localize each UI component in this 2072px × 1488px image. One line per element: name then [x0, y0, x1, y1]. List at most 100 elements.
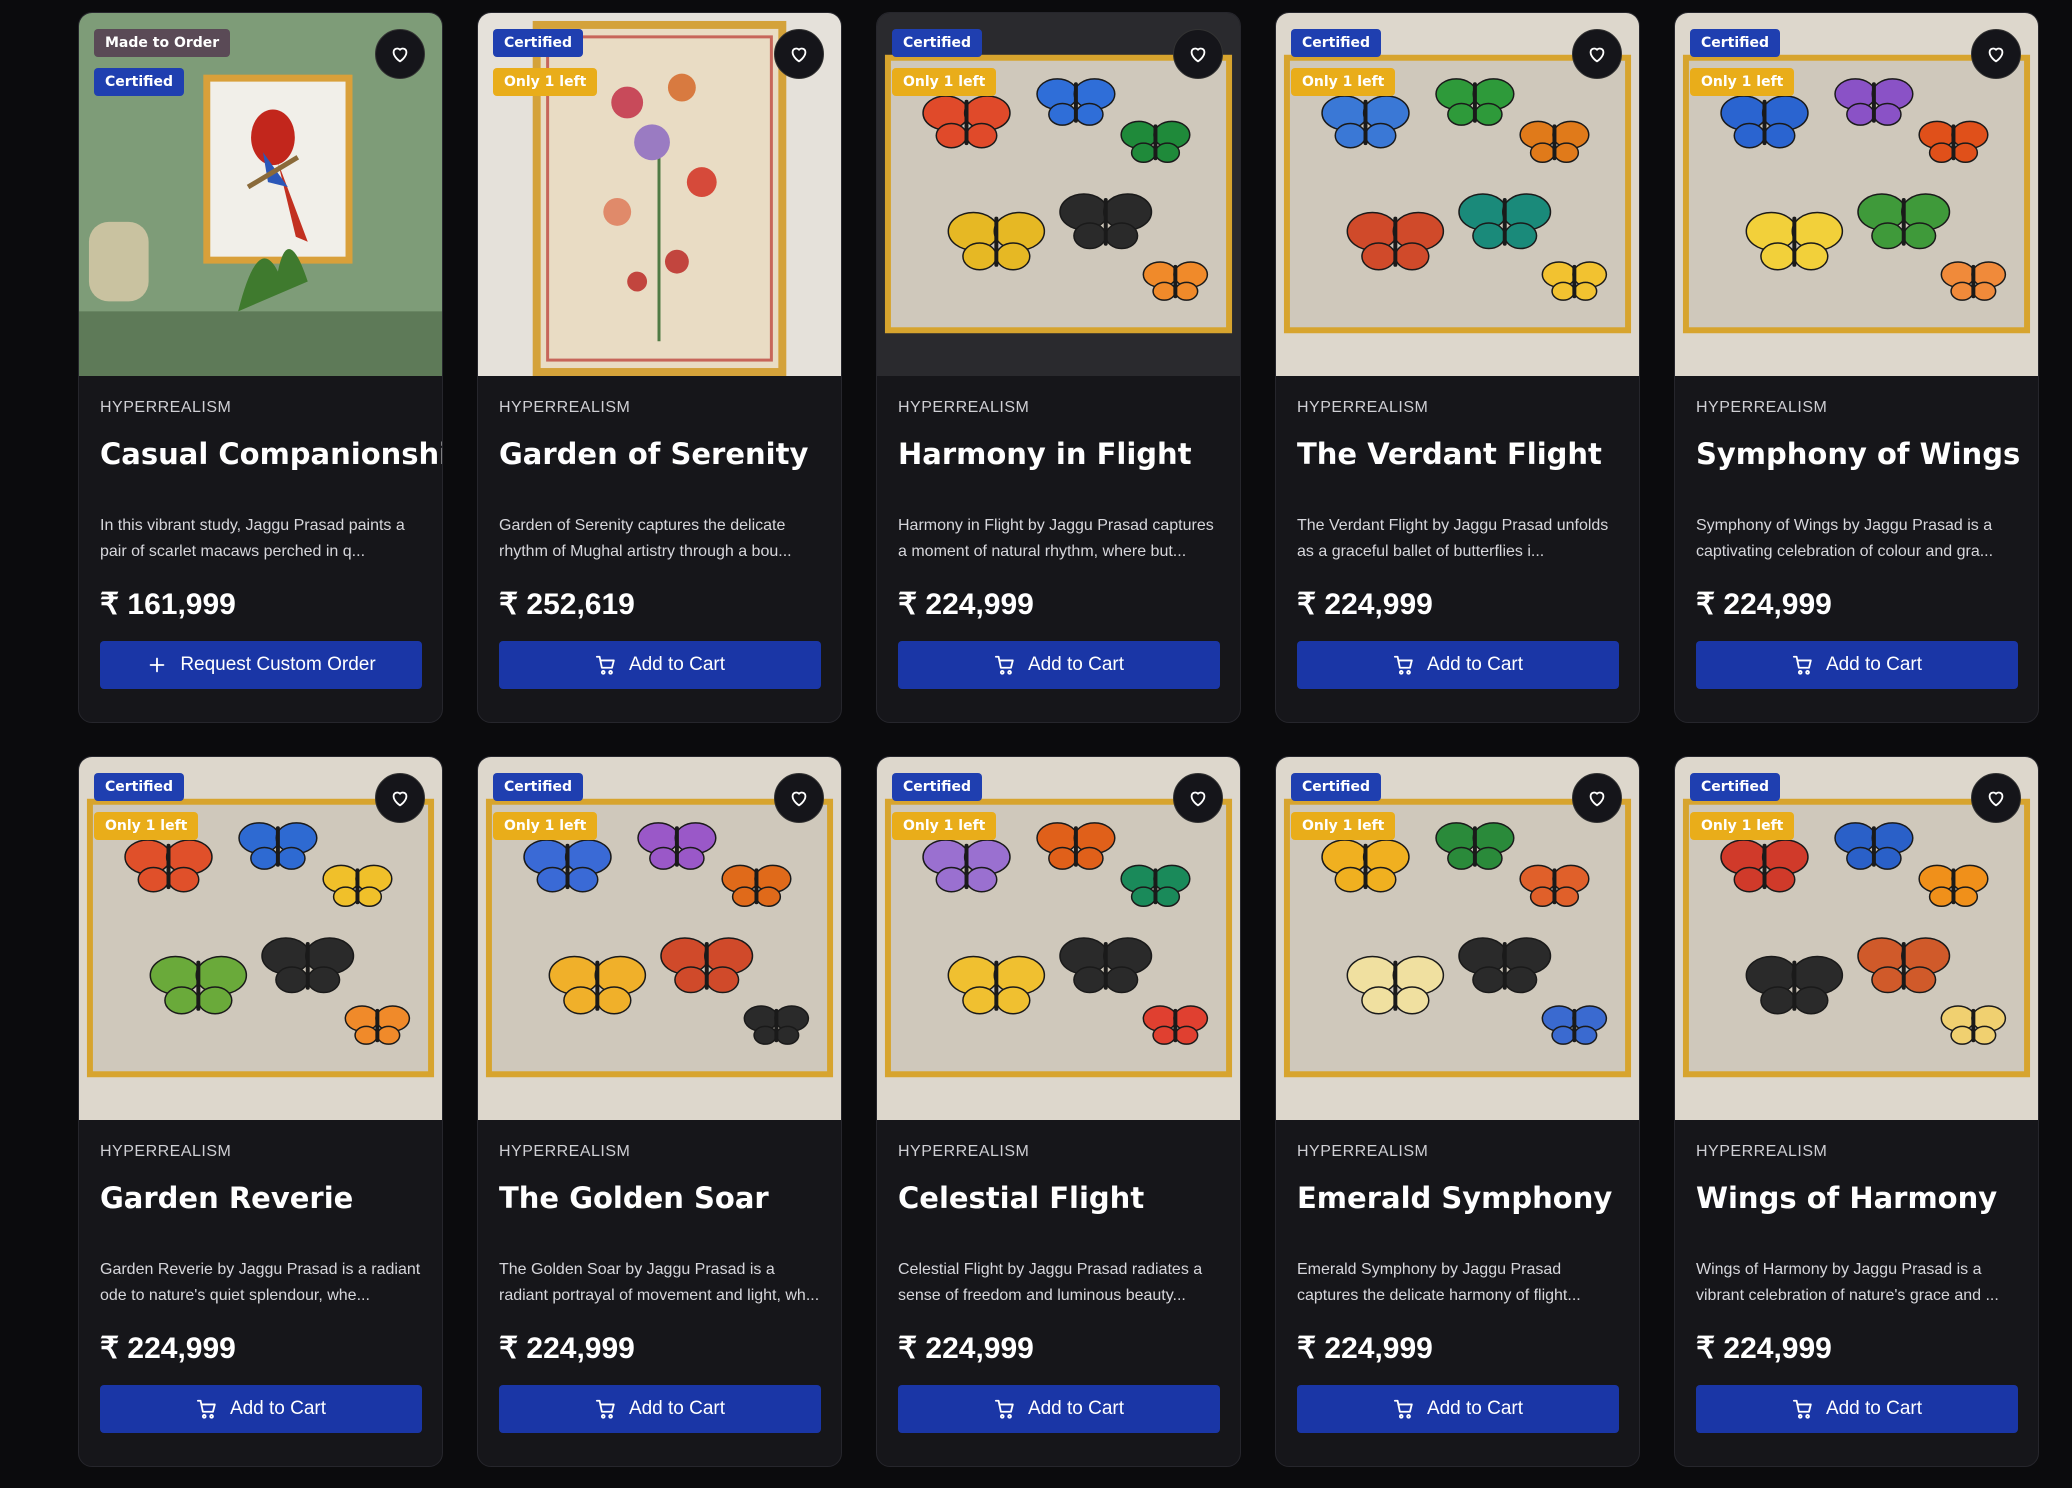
cart-icon [595, 655, 615, 675]
product-description: Emerald Symphony by Jaggu Prasad capture… [1297, 1261, 1581, 1304]
stock-badge: Only 1 left [892, 812, 997, 840]
product-card[interactable]: Certified Only 1 left HYPERREALISM Garden… [477, 12, 842, 723]
heart-icon [1988, 47, 2004, 63]
product-image[interactable]: Certified Only 1 left [1276, 13, 1639, 378]
favorite-button[interactable] [1173, 29, 1223, 79]
certified-badge: Certified [892, 773, 983, 801]
product-card[interactable]: Certified Only 1 left HYPERREALISM Sympho… [1674, 12, 2039, 723]
product-title[interactable]: Casual Companionship [100, 437, 442, 473]
product-category: HYPERREALISM [898, 1143, 1030, 1160]
add-to-cart-button[interactable]: Add to Cart [499, 641, 821, 689]
product-category: HYPERREALISM [1297, 399, 1429, 416]
favorite-button[interactable] [375, 29, 425, 79]
product-image[interactable]: Certified Only 1 left [478, 757, 841, 1122]
badge-stack: Certified Only 1 left [1291, 773, 1396, 840]
cart-icon [1792, 1399, 1812, 1419]
product-info: HYPERREALISM The Golden Soar The Golden … [478, 1143, 841, 1433]
favorite-button[interactable] [1971, 29, 2021, 79]
button-label: Add to Cart [628, 654, 726, 675]
product-title[interactable]: Celestial Flight [898, 1181, 1219, 1217]
product-info: HYPERREALISM Garden of Serenity Garden o… [478, 399, 841, 689]
product-card[interactable]: Certified Only 1 left HYPERREALISM Emeral… [1275, 756, 1640, 1467]
add-to-cart-button[interactable]: Add to Cart [1297, 1385, 1619, 1433]
heart-icon [1988, 791, 2004, 807]
add-to-cart-button[interactable]: Add to Cart [1696, 1385, 2018, 1433]
button-label: Add to Cart [1426, 1398, 1524, 1419]
product-card[interactable]: Certified Only 1 left HYPERREALISM Wings … [1674, 756, 2039, 1467]
stock-badge: Only 1 left [94, 812, 199, 840]
plus-icon [149, 657, 165, 673]
product-category: HYPERREALISM [100, 1143, 232, 1160]
cart-icon [1792, 655, 1812, 675]
certified-badge: Certified [1690, 29, 1781, 57]
favorite-button[interactable] [1572, 29, 1622, 79]
heart-icon [392, 791, 408, 807]
badge-stack: Made to Order Certified [94, 29, 231, 96]
product-info: HYPERREALISM Harmony in Flight Harmony i… [877, 399, 1240, 689]
product-category: HYPERREALISM [499, 399, 631, 416]
product-info: HYPERREALISM Symphony of Wings Symphony … [1675, 399, 2038, 689]
product-description: The Verdant Flight by Jaggu Prasad unfol… [1297, 517, 1609, 560]
badge-stack: Certified Only 1 left [892, 29, 997, 96]
product-info: HYPERREALISM Wings of Harmony Wings of H… [1675, 1143, 2038, 1433]
button-label: Add to Cart [628, 1398, 726, 1419]
product-card[interactable]: Certified Only 1 left HYPERREALISM Garden… [78, 756, 443, 1467]
product-price: ₹ 224,999 [1696, 588, 1832, 621]
product-title[interactable]: Garden Reverie [100, 1181, 421, 1217]
product-image[interactable]: Certified Only 1 left [1675, 757, 2038, 1122]
product-card[interactable]: Made to Order Certified HYPERREALISM Casu… [78, 12, 443, 723]
product-category: HYPERREALISM [898, 399, 1030, 416]
product-title[interactable]: Garden of Serenity [499, 437, 820, 473]
add-to-cart-button[interactable]: Add to Cart [499, 1385, 821, 1433]
button-label: Add to Cart [1825, 1398, 1923, 1419]
request-custom-order-button[interactable]: Request Custom Order [100, 641, 422, 689]
product-info: HYPERREALISM The Verdant Flight The Verd… [1276, 399, 1639, 689]
product-price: ₹ 224,999 [499, 1332, 635, 1365]
cart-icon [1393, 655, 1413, 675]
badge-stack: Certified Only 1 left [1690, 29, 1795, 96]
button-label: Add to Cart [1825, 654, 1923, 675]
product-image[interactable]: Certified Only 1 left [877, 13, 1240, 378]
product-card[interactable]: Certified Only 1 left HYPERREALISM Celest… [876, 756, 1241, 1467]
favorite-button[interactable] [1971, 773, 2021, 823]
product-image[interactable]: Certified Only 1 left [1675, 13, 2038, 378]
product-image[interactable]: Made to Order Certified [79, 13, 442, 378]
product-description: Symphony of Wings by Jaggu Prasad is a c… [1696, 517, 1994, 560]
add-to-cart-button[interactable]: Add to Cart [1696, 641, 2018, 689]
product-card[interactable]: Certified Only 1 left HYPERREALISM The Ve… [1275, 12, 1640, 723]
button-label: Add to Cart [1027, 654, 1125, 675]
favorite-button[interactable] [774, 29, 824, 79]
product-image[interactable]: Certified Only 1 left [79, 757, 442, 1122]
favorite-button[interactable] [375, 773, 425, 823]
product-title[interactable]: Harmony in Flight [898, 437, 1219, 473]
product-title[interactable]: Emerald Symphony [1297, 1181, 1618, 1217]
badge-stack: Certified Only 1 left [493, 29, 598, 96]
product-card[interactable]: Certified Only 1 left HYPERREALISM Harmon… [876, 12, 1241, 723]
add-to-cart-button[interactable]: Add to Cart [1297, 641, 1619, 689]
product-title[interactable]: The Golden Soar [499, 1181, 820, 1217]
add-to-cart-button[interactable]: Add to Cart [100, 1385, 422, 1433]
product-category: HYPERREALISM [499, 1143, 631, 1160]
product-title[interactable]: The Verdant Flight [1297, 437, 1618, 473]
product-image[interactable]: Certified Only 1 left [478, 13, 841, 378]
badge-stack: Certified Only 1 left [94, 773, 199, 840]
product-card[interactable]: Certified Only 1 left HYPERREALISM The Go… [477, 756, 842, 1467]
product-title[interactable]: Wings of Harmony [1696, 1181, 2017, 1217]
product-image[interactable]: Certified Only 1 left [1276, 757, 1639, 1122]
certified-badge: Certified [493, 773, 584, 801]
add-to-cart-button[interactable]: Add to Cart [898, 1385, 1220, 1433]
product-image[interactable]: Certified Only 1 left [877, 757, 1240, 1122]
product-title[interactable]: Symphony of Wings [1696, 437, 2020, 473]
favorite-button[interactable] [1572, 773, 1622, 823]
button-label: Add to Cart [229, 1398, 327, 1419]
add-to-cart-button[interactable]: Add to Cart [898, 641, 1220, 689]
certified-badge: Certified [94, 773, 185, 801]
button-label: Request Custom Order [180, 654, 376, 675]
favorite-button[interactable] [1173, 773, 1223, 823]
product-info: HYPERREALISM Emerald Symphony Emerald Sy… [1276, 1143, 1639, 1433]
favorite-button[interactable] [774, 773, 824, 823]
stock-badge: Only 1 left [892, 68, 997, 96]
product-category: HYPERREALISM [100, 399, 232, 416]
product-price: ₹ 224,999 [898, 588, 1034, 621]
product-description: Harmony in Flight by Jaggu Prasad captur… [898, 517, 1214, 560]
